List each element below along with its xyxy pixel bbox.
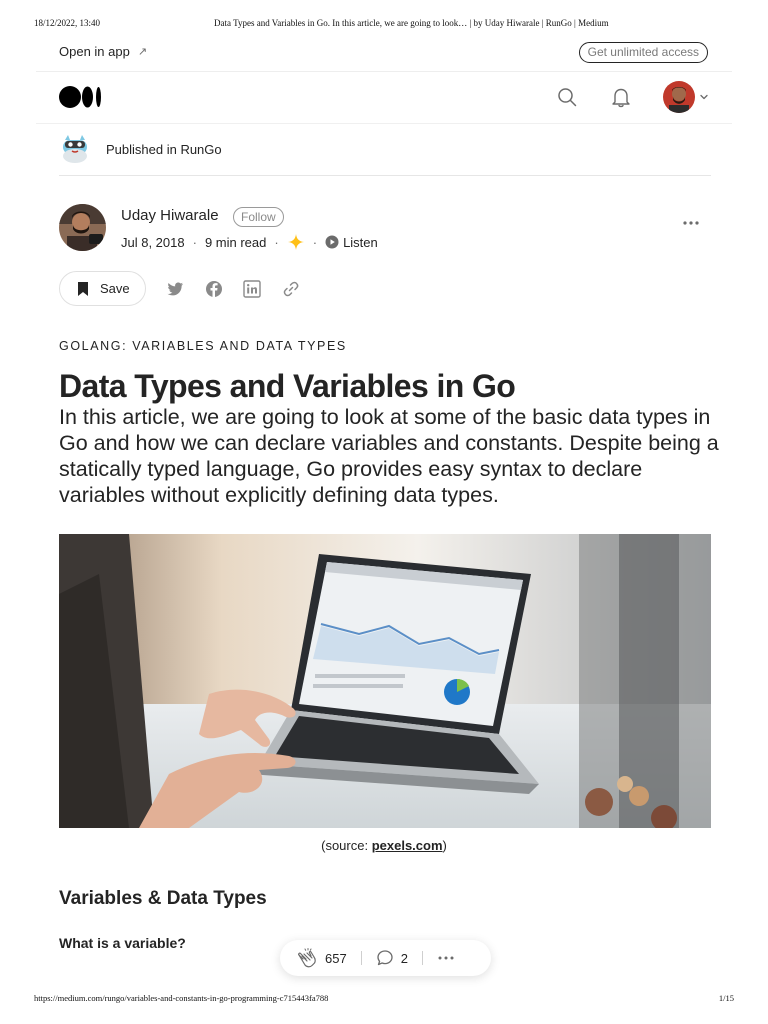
publish-date: Jul 8, 2018 xyxy=(121,234,185,250)
published-in-label[interactable]: Published in RunGo xyxy=(106,142,222,157)
clap-button[interactable]: 657 xyxy=(296,947,347,969)
more-options-icon[interactable] xyxy=(437,949,455,967)
responses-button[interactable]: 2 xyxy=(376,949,408,967)
clap-icon xyxy=(298,948,316,968)
article-meta: Jul 8, 2018 · 9 min read · · Listen xyxy=(121,233,378,251)
image-caption: (source: pexels.com) xyxy=(0,838,768,853)
medium-logo-icon[interactable] xyxy=(59,86,103,108)
print-header: 18/12/2022, 13:40 Data Types and Variabl… xyxy=(34,14,734,30)
linkedin-icon[interactable] xyxy=(243,280,261,298)
article-title: Data Types and Variables in Go xyxy=(59,368,516,404)
arrow-up-right-icon: ↗ xyxy=(137,46,148,58)
print-page-title: Data Types and Variables in Go. In this … xyxy=(214,18,609,28)
member-star-icon xyxy=(287,234,304,250)
author-name[interactable]: Uday Hiwarale xyxy=(121,207,219,224)
separator xyxy=(360,951,362,965)
caption-prefix: (source: xyxy=(321,838,372,853)
bell-icon[interactable] xyxy=(610,86,632,108)
clap-count: 657 xyxy=(325,950,347,966)
caption-source-link[interactable]: pexels.com xyxy=(372,838,443,853)
read-time: 9 min read xyxy=(204,234,267,250)
open-in-app-link[interactable]: Open in app ↗ xyxy=(59,44,147,59)
rungo-publication-icon[interactable] xyxy=(59,132,91,164)
separator xyxy=(421,951,423,965)
caption-suffix: ) xyxy=(442,838,447,853)
listen-label: Listen xyxy=(343,234,378,250)
hero-image xyxy=(59,534,711,828)
twitter-icon[interactable] xyxy=(166,280,184,298)
user-avatar[interactable] xyxy=(663,81,695,113)
save-label: Save xyxy=(100,281,130,296)
page-number: 1/15 xyxy=(718,993,734,1003)
bookmark-icon xyxy=(78,281,88,296)
chevron-down-icon[interactable] xyxy=(699,92,709,102)
nav-bar xyxy=(36,72,732,124)
print-url: https://medium.com/rungo/variables-and-c… xyxy=(34,993,329,1003)
more-options-icon[interactable] xyxy=(682,214,700,232)
search-icon[interactable] xyxy=(557,87,577,107)
get-unlimited-access-button[interactable]: Get unlimited access xyxy=(578,42,708,63)
article-subtitle: In this article, we are going to look at… xyxy=(59,405,719,507)
author-avatar[interactable] xyxy=(59,204,106,251)
floating-action-bar: 657 2 xyxy=(280,940,491,976)
facebook-icon[interactable] xyxy=(205,280,223,298)
section-heading: Variables & Data Types xyxy=(59,888,267,909)
sub-heading: What is a variable? xyxy=(59,935,186,951)
open-in-app-label: Open in app xyxy=(59,44,130,59)
comment-icon xyxy=(377,950,393,966)
response-count: 2 xyxy=(400,950,408,966)
publication-row: Published in RunGo xyxy=(59,132,711,176)
separator-dot: · xyxy=(312,234,318,250)
top-bar: Open in app ↗ Get unlimited access xyxy=(36,38,732,72)
listen-button[interactable]: Listen xyxy=(325,235,378,250)
copy-link-icon[interactable] xyxy=(282,280,300,298)
separator-dot: · xyxy=(274,234,279,250)
play-icon xyxy=(325,235,339,249)
separator-dot: · xyxy=(192,234,197,250)
save-button[interactable]: Save xyxy=(59,271,146,306)
article-kicker: GOLANG: VARIABLES AND DATA TYPES xyxy=(59,339,347,353)
follow-button[interactable]: Follow xyxy=(233,207,284,227)
print-date: 18/12/2022, 13:40 xyxy=(34,18,101,28)
